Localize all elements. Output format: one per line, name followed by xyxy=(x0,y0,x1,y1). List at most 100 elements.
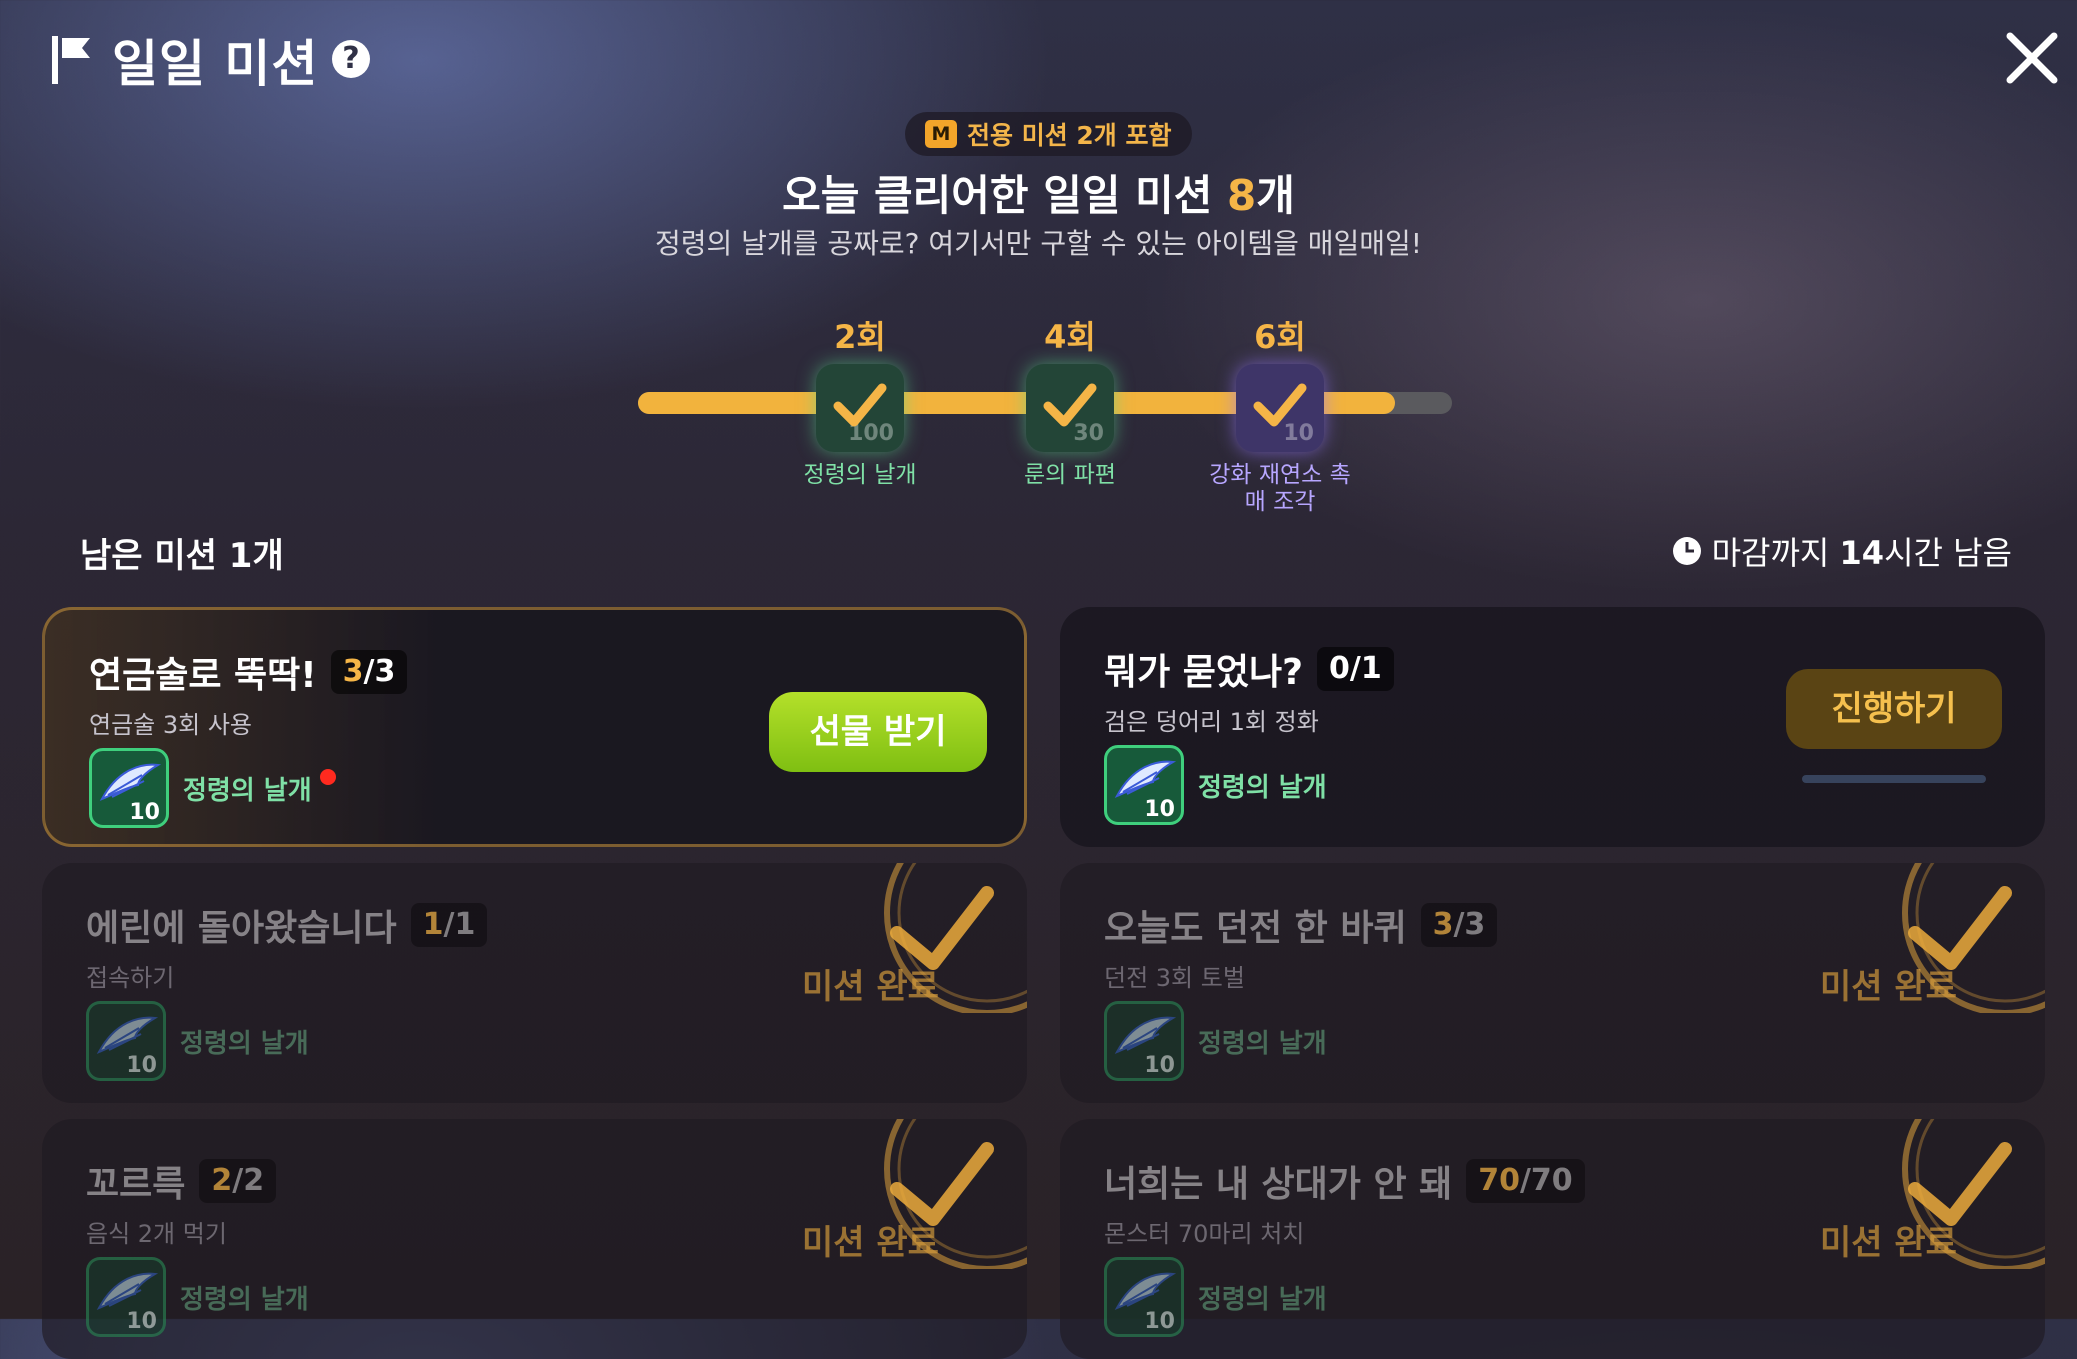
clock-icon xyxy=(1672,537,1701,565)
reward-qty: 10 xyxy=(129,800,160,825)
mission-progress-total: /1 xyxy=(443,907,476,942)
reward-name: 정령의 날개 xyxy=(1198,772,1327,803)
check-icon xyxy=(1043,383,1097,427)
mission-desc: 음식 2개 먹기 xyxy=(86,1220,227,1248)
reward-name: 정령의 날개 xyxy=(180,1284,309,1315)
cleared-count-heading: 오늘 클리어한 일일 미션 8개 xyxy=(0,162,2077,223)
mission-card: 연금술로 뚝딱! 3/3 연금술 3회 사용 10 정령의 날개 선물 받기 xyxy=(42,607,1027,847)
mission-progress-total: /3 xyxy=(1453,907,1486,942)
reward-qty: 10 xyxy=(126,1309,157,1334)
cleared-suffix: 개 xyxy=(1256,171,1295,220)
deadline-suffix: 시간 남음 xyxy=(1884,534,2012,572)
milestone-count: 6회 xyxy=(1254,318,1306,356)
wing-icon: 10 xyxy=(89,748,169,828)
milestone-reward-box: 100 xyxy=(816,364,904,452)
mission-reward: 10 정령의 날개 xyxy=(1104,745,1327,825)
mission-complete-label: 미션 완료 xyxy=(1820,967,1957,1007)
wing-icon: 10 xyxy=(1104,745,1184,825)
mission-name: 뭐가 묻었나? xyxy=(1104,652,1304,693)
milestone-count: 2회 xyxy=(834,318,886,356)
mission-desc: 던전 3회 토벌 xyxy=(1104,964,1245,992)
mission-name: 오늘도 던전 한 바퀴 xyxy=(1104,908,1407,949)
mission-name: 너희는 내 상대가 안 돼 xyxy=(1104,1164,1453,1205)
subtitle: 정령의 날개를 공짜로? 여기서만 구할 수 있는 아이템을 매일매일! xyxy=(654,227,1423,260)
mission-desc: 검은 덩어리 1회 정화 xyxy=(1104,708,1319,736)
mission-reward: 10 정령의 날개 xyxy=(89,748,336,828)
deadline: 마감까지 14시간 남음 xyxy=(1672,528,2012,574)
reward-name: 정령의 날개 xyxy=(1198,1284,1327,1315)
reward-name: 정령의 날개 xyxy=(1198,1028,1327,1059)
cleared-prefix: 오늘 클리어한 일일 미션 xyxy=(782,171,1227,220)
mission-progress-total: /2 xyxy=(232,1163,265,1198)
wing-icon: 10 xyxy=(86,1001,166,1081)
mission-progress-bar xyxy=(1802,775,1986,783)
milestone-reward-box: 30 xyxy=(1026,364,1114,452)
wing-icon: 10 xyxy=(86,1257,166,1337)
mission-progress: 1/1 xyxy=(410,903,488,947)
check-icon xyxy=(833,383,887,427)
mission-card: 오늘도 던전 한 바퀴 3/3 던전 3회 토벌 10 정령의 날개 미션 완료 xyxy=(1060,863,2045,1103)
remaining-missions: 남은 미션 1개 xyxy=(80,536,284,576)
wing-icon: 10 xyxy=(1104,1001,1184,1081)
reward-qty: 10 xyxy=(1144,1309,1175,1334)
mission-reward: 10 정령의 날개 xyxy=(86,1257,309,1337)
mission-desc: 접속하기 xyxy=(86,964,175,992)
mission-name: 연금술로 뚝딱! xyxy=(89,655,317,696)
mission-desc: 몬스터 70마리 처치 xyxy=(1104,1220,1305,1248)
mission-progress: 3/3 xyxy=(1420,903,1498,947)
mission-desc: 연금술 3회 사용 xyxy=(89,711,253,739)
mission-complete-label: 미션 완료 xyxy=(802,1223,939,1263)
milestone-count: 4회 xyxy=(1044,318,1096,356)
mission-name: 꼬르륵 xyxy=(86,1164,186,1205)
deadline-prefix: 마감까지 xyxy=(1711,534,1840,572)
notification-dot xyxy=(319,769,336,785)
mission-progress-total: /1 xyxy=(1349,651,1382,686)
milestone-label: 룬의 파편 xyxy=(1024,462,1116,488)
reward-qty: 10 xyxy=(1144,1053,1175,1078)
mission-progress-current: 3 xyxy=(342,654,364,689)
check-icon xyxy=(1253,383,1307,427)
go-mission-button[interactable]: 진행하기 xyxy=(1786,669,2002,749)
flag-icon xyxy=(52,36,90,84)
milestone-4[interactable]: 4회 30 룬의 파편 xyxy=(970,312,1170,488)
mission-card: 에린에 돌아왔습니다 1/1 접속하기 10 정령의 날개 미션 완료 xyxy=(42,863,1027,1103)
mission-progress-total: /3 xyxy=(363,654,396,689)
mission-complete-label: 미션 완료 xyxy=(802,967,939,1007)
mission-progress: 2/2 xyxy=(199,1159,277,1203)
mission-complete-label: 미션 완료 xyxy=(1820,1223,1957,1263)
help-icon[interactable]: ? xyxy=(332,40,370,78)
mission-progress-current: 3 xyxy=(1432,907,1454,942)
exclusive-mission-badge: M 전용 미션 2개 포함 xyxy=(905,112,1192,156)
milestone-label: 강화 재연소 촉매 조각 xyxy=(1209,462,1351,515)
milestone-reward-box: 10 xyxy=(1236,364,1324,452)
mission-reward: 10 정령의 날개 xyxy=(1104,1257,1327,1337)
mission-card: 꼬르륵 2/2 음식 2개 먹기 10 정령의 날개 미션 완료 xyxy=(42,1119,1027,1359)
mission-progress-current: 0 xyxy=(1329,651,1350,686)
reward-name: 정령의 날개 xyxy=(180,1028,309,1059)
mission-progress: 3/3 xyxy=(330,650,408,694)
mission-reward: 10 정령의 날개 xyxy=(86,1001,309,1081)
page-title: 일일 미션 xyxy=(112,35,319,93)
reward-qty: 10 xyxy=(1144,797,1175,822)
milestone-2[interactable]: 2회 100 정령의 날개 xyxy=(760,312,960,488)
reward-name: 정령의 날개 xyxy=(183,775,312,806)
claim-reward-button[interactable]: 선물 받기 xyxy=(769,692,987,772)
mission-progress-current: 2 xyxy=(211,1163,233,1198)
close-icon[interactable] xyxy=(2004,30,2060,86)
milestone-label: 정령의 날개 xyxy=(803,462,917,488)
mission-card: 너희는 내 상대가 안 돼 70/70 몬스터 70마리 처치 10 정령의 날… xyxy=(1060,1119,2045,1359)
mission-progress-current: 1 xyxy=(422,907,444,942)
mission-reward: 10 정령의 날개 xyxy=(1104,1001,1327,1081)
mission-name: 에린에 돌아왔습니다 xyxy=(86,908,397,949)
milestone-6[interactable]: 6회 10 강화 재연소 촉매 조각 xyxy=(1180,312,1380,515)
mission-progress-total: /70 xyxy=(1519,1163,1573,1198)
mission-card: 뭐가 묻었나? 0/1 검은 덩어리 1회 정화 10 정령의 날개 진행하기 xyxy=(1060,607,2045,847)
m-badge-icon: M xyxy=(925,120,957,148)
cleared-count: 8 xyxy=(1227,171,1257,220)
deadline-hours: 14 xyxy=(1839,534,1885,572)
mission-progress: 0/1 xyxy=(1317,647,1394,691)
exclusive-mission-text: 전용 미션 2개 포함 xyxy=(967,121,1172,150)
mission-progress-current: 70 xyxy=(1478,1163,1520,1198)
mission-progress: 70/70 xyxy=(1466,1159,1585,1203)
reward-qty: 10 xyxy=(126,1053,157,1078)
